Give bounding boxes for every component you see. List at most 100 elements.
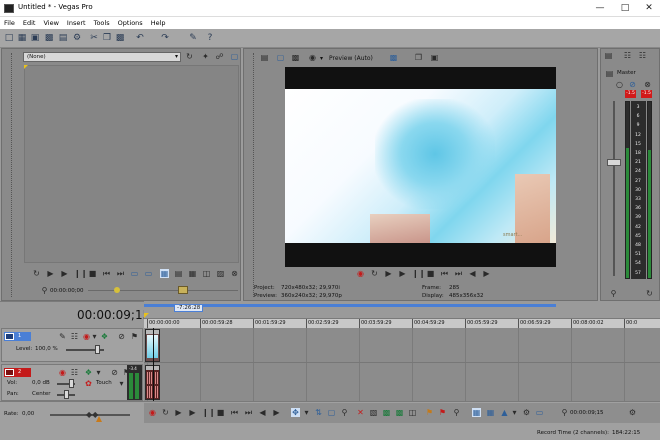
preview-stop-icon[interactable]: ■: [426, 269, 435, 278]
tl-next-frame-icon[interactable]: ▶: [272, 408, 281, 417]
tl-prev-frame-icon[interactable]: ◀: [258, 408, 267, 417]
tl-play-icon[interactable]: ▶: [188, 408, 197, 417]
overlays-icon[interactable]: ▩: [389, 53, 398, 62]
scrub-thumb[interactable]: [114, 287, 120, 293]
automation-icon[interactable]: ❖: [84, 368, 93, 377]
menu-insert[interactable]: Insert: [63, 17, 90, 27]
tl-stop-icon[interactable]: ■: [216, 408, 225, 417]
master-fader-track[interactable]: [613, 101, 615, 276]
master-properties-icon[interactable]: ▤: [604, 51, 613, 60]
normal-edit-tool-icon[interactable]: ✥: [291, 408, 300, 417]
window-icon[interactable]: ▢: [230, 52, 239, 61]
folder-icon[interactable]: [178, 286, 188, 294]
track-solo-icon[interactable]: ⚑: [130, 332, 139, 341]
prev-frame-icon[interactable]: ◀: [468, 269, 477, 278]
solo-icon[interactable]: ⊘: [628, 80, 637, 89]
master-fx-icon[interactable]: ☷: [623, 51, 632, 60]
master-settings-icon[interactable]: ▤: [605, 69, 614, 78]
video-lane[interactable]: [144, 328, 660, 363]
render-icon[interactable]: ▩: [44, 33, 54, 43]
menu-view[interactable]: View: [39, 17, 62, 27]
menu-options[interactable]: Options: [114, 17, 147, 27]
loop-icon[interactable]: ↻: [32, 269, 41, 278]
trim-end-icon[interactable]: ▩: [395, 408, 404, 417]
insert-marker-icon[interactable]: ⚑: [425, 408, 434, 417]
preview-play-start-icon[interactable]: ▶: [384, 269, 393, 278]
delete-icon[interactable]: ✕: [356, 408, 365, 417]
crossfade-icon[interactable]: ▭: [535, 408, 544, 417]
track-motion-icon[interactable]: ☷: [70, 332, 79, 341]
pan-slider-thumb[interactable]: [64, 390, 69, 399]
edit-tool-chevron-icon[interactable]: ▾: [302, 408, 311, 417]
monitor-icon[interactable]: ▢: [276, 53, 285, 62]
preview-play-icon[interactable]: ▶: [398, 269, 407, 278]
help-icon[interactable]: ?: [205, 33, 215, 43]
undo-icon[interactable]: ↶: [135, 33, 145, 43]
touch-mode[interactable]: Touch: [96, 380, 112, 386]
preview-grip[interactable]: [246, 53, 254, 297]
trimmer-scrub[interactable]: [88, 290, 238, 291]
compositing-mode-icon[interactable]: ❖: [100, 332, 109, 341]
time-ruler[interactable]: 00:00:00:00 00:00:59:28 00:01:59:29 00:02:5…: [144, 318, 660, 328]
paste-icon[interactable]: ▩: [115, 33, 125, 43]
trim-icon[interactable]: ▩: [382, 408, 391, 417]
menu-tools[interactable]: Tools: [90, 17, 114, 27]
mark-in-icon[interactable]: ▭: [130, 269, 139, 278]
audio-mute-icon[interactable]: ⊘: [110, 368, 119, 377]
video-frame[interactable]: smart...: [285, 67, 556, 267]
mark-out-icon[interactable]: ▭: [144, 269, 153, 278]
touch-icon[interactable]: ✿: [84, 379, 93, 388]
tl-play-start-icon[interactable]: ▶: [174, 408, 183, 417]
ignore-grouping-icon[interactable]: ⚙: [522, 408, 531, 417]
arm-record-icon[interactable]: ◉: [58, 368, 67, 377]
explorer-dropdown[interactable]: (None) ▾: [23, 52, 181, 62]
lock-envelopes-icon[interactable]: ▲: [500, 408, 509, 417]
overwrite-icon[interactable]: ⊗: [230, 269, 239, 278]
track-mute-icon[interactable]: ⊘: [117, 332, 126, 341]
video-track-header[interactable]: 1 ✎ ☷ ◉ ▾ ❖ ⊘ ⚑ Level: 100,0 %: [1, 328, 143, 362]
copy-icon[interactable]: ❐: [102, 33, 112, 43]
go-end-icon[interactable]: ⏭: [454, 269, 463, 278]
menu-file[interactable]: File: [0, 17, 19, 27]
insert-region-icon[interactable]: ⚑: [438, 408, 447, 417]
copy-snapshot-icon[interactable]: ❐: [414, 53, 423, 62]
audio-fx-icon[interactable]: ☷: [70, 368, 79, 377]
audio-track-header[interactable]: 2 ◉ ☷ ❖ ▾ ⊘ ⚑ Vol: 0,0 dB ✿ Touch ▾ Pan:…: [1, 364, 143, 401]
master-loop-icon[interactable]: ↻: [645, 289, 654, 298]
effects-icon[interactable]: ✦: [201, 52, 210, 61]
track-fx-icon[interactable]: ✎: [58, 332, 67, 341]
record-icon[interactable]: ◉: [356, 269, 365, 278]
preview-fx-icon[interactable]: ◉: [308, 53, 317, 62]
composite-chevron-icon[interactable]: ▾: [90, 332, 99, 341]
playhead-cursor[interactable]: [153, 328, 154, 401]
level-slider-thumb[interactable]: [95, 345, 100, 354]
split-icon[interactable]: ◫: [202, 269, 211, 278]
snapping-icon[interactable]: ▦: [472, 408, 481, 417]
tl-record-icon[interactable]: ◉: [148, 408, 157, 417]
refresh-icon[interactable]: ↻: [185, 52, 194, 61]
automation-chevron-icon[interactable]: ▾: [94, 368, 103, 377]
link-fader-icon[interactable]: ⊗: [643, 80, 652, 89]
media-area[interactable]: [24, 65, 239, 263]
tl-pause-icon[interactable]: ❙❙: [202, 408, 215, 417]
menu-edit[interactable]: Edit: [19, 17, 40, 27]
cut-icon[interactable]: ✂: [89, 33, 99, 43]
vol-slider-thumb[interactable]: [69, 379, 74, 388]
tl-loop-icon[interactable]: ↻: [161, 408, 170, 417]
pause-icon[interactable]: ❙❙: [74, 269, 87, 278]
new-icon[interactable]: □: [4, 33, 14, 43]
save-icon[interactable]: ▣: [30, 33, 40, 43]
tl-go-start-icon[interactable]: ⏮: [230, 408, 239, 417]
settings-icon[interactable]: ⚙: [72, 33, 82, 43]
link-icon[interactable]: ☍: [215, 52, 224, 61]
preview-properties-icon[interactable]: ▤: [260, 53, 269, 62]
insert-icon[interactable]: ▨: [216, 269, 225, 278]
open-icon[interactable]: ▦: [17, 33, 27, 43]
maximize-button[interactable]: □: [614, 0, 636, 17]
cursor-pin-icon[interactable]: ⚲: [560, 408, 569, 417]
edit-tool-icon[interactable]: ✎: [188, 33, 198, 43]
next-frame-icon[interactable]: ▶: [482, 269, 491, 278]
split-screen-icon[interactable]: ▩: [291, 53, 300, 62]
master-fader-thumb[interactable]: [607, 159, 621, 166]
trim-start-icon[interactable]: ▧: [369, 408, 378, 417]
